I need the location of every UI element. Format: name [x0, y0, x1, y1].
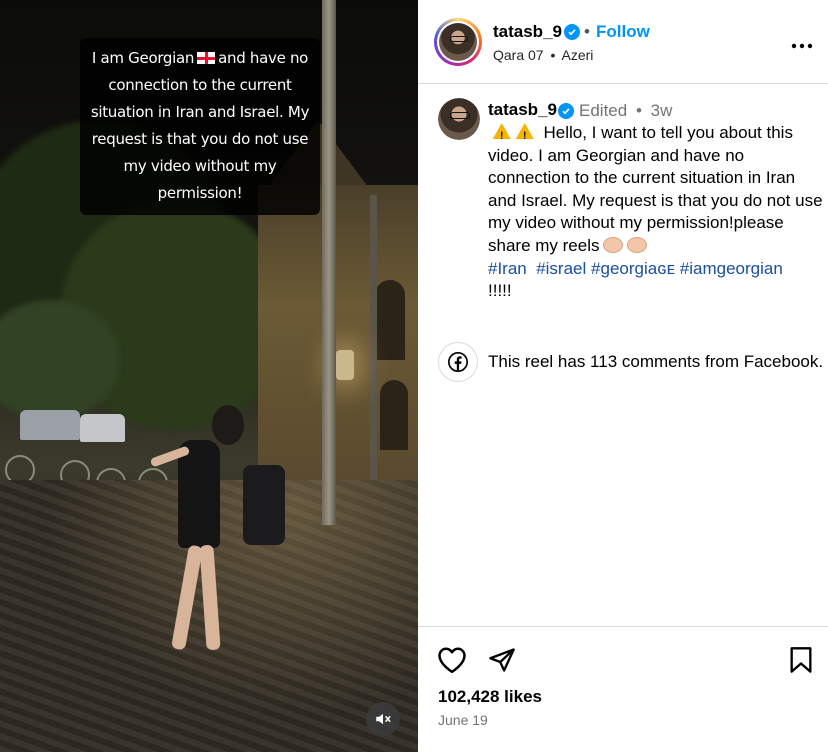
separator-dot: • — [550, 47, 556, 63]
follow-button[interactable]: Follow — [596, 22, 650, 42]
parked-car — [20, 410, 80, 440]
separator-dot: • — [584, 22, 590, 41]
hashtag-link[interactable]: #israel — [536, 259, 586, 278]
save-button[interactable] — [785, 644, 817, 676]
caption-body: Hello, I want to tell you about this vid… — [488, 123, 823, 255]
likes-count[interactable]: 102,428 likes — [438, 687, 542, 707]
facebook-comments-text: This reel has 113 comments from Facebook… — [488, 352, 824, 371]
like-button[interactable] — [436, 644, 468, 676]
post-header: tatasb_9 • Follow Qara 07 • Azeri — [418, 0, 828, 84]
audio-info[interactable]: Qara 07 • Azeri — [493, 47, 593, 63]
verified-badge-icon — [564, 24, 580, 40]
post-date[interactable]: June 19 — [438, 712, 488, 728]
author-username[interactable]: tatasb_9 — [493, 22, 562, 42]
caption-text-start: I am Georgian — [91, 49, 195, 67]
more-options-button[interactable] — [791, 32, 813, 52]
caption-text: Hello, I want to tell you about this vid… — [488, 122, 828, 303]
street-pole — [322, 0, 336, 525]
author-avatar-story-ring[interactable] — [434, 18, 482, 66]
parked-car — [80, 414, 125, 442]
building-window — [380, 380, 408, 450]
post-time[interactable]: 3w — [651, 101, 673, 120]
video-text-overlay: I am Georgian and have no connection to t… — [80, 38, 320, 215]
caption-username[interactable]: tatasb_9 — [488, 100, 557, 120]
audio-artist: Azeri — [561, 47, 594, 63]
street-lamp — [336, 350, 354, 380]
warning-icon — [493, 123, 511, 148]
person-head — [212, 405, 244, 445]
person-bag — [243, 465, 285, 545]
hashtag-link[interactable]: #iamgeorgian — [680, 259, 783, 278]
verified-badge-icon — [558, 103, 574, 119]
bookmark-icon — [790, 647, 812, 673]
caption-trailing: !!!!! — [488, 281, 512, 301]
building-window — [375, 280, 405, 360]
separator-dot: • — [635, 101, 642, 120]
more-icon — [791, 43, 813, 49]
dancing-person — [178, 440, 220, 548]
georgia-flag-icon — [197, 52, 216, 64]
muted-speaker-icon — [376, 713, 391, 725]
hashtag-link[interactable]: #georgiaɢᴇ — [591, 259, 675, 278]
clapping-hands-icon — [603, 236, 624, 253]
street-pole — [370, 195, 377, 485]
hashtag-link[interactable]: #Iran — [488, 259, 527, 278]
clapping-hands-icon — [627, 236, 648, 253]
post-actions: 102,428 likes June 19 — [418, 626, 828, 752]
send-icon — [489, 648, 515, 672]
facebook-icon — [438, 342, 478, 382]
share-button[interactable] — [486, 644, 518, 676]
caption-text-rest: and have no connection to the current si… — [90, 49, 310, 202]
audio-title: Qara 07 — [493, 47, 544, 63]
edited-indicator: Edited • 3w — [579, 101, 672, 121]
edited-label: Edited — [579, 101, 628, 120]
warning-icon — [516, 123, 534, 148]
avatar[interactable] — [438, 98, 480, 140]
avatar — [439, 23, 477, 61]
mute-toggle-button[interactable] — [366, 702, 400, 736]
facebook-comments-notice: This reel has 113 comments from Facebook… — [438, 342, 828, 382]
heart-icon — [438, 647, 466, 674]
reel-video[interactable]: I am Georgian and have no connection to t… — [0, 0, 418, 752]
post-sidebar: tatasb_9 • Follow Qara 07 • Azeri tatasb… — [418, 0, 828, 752]
